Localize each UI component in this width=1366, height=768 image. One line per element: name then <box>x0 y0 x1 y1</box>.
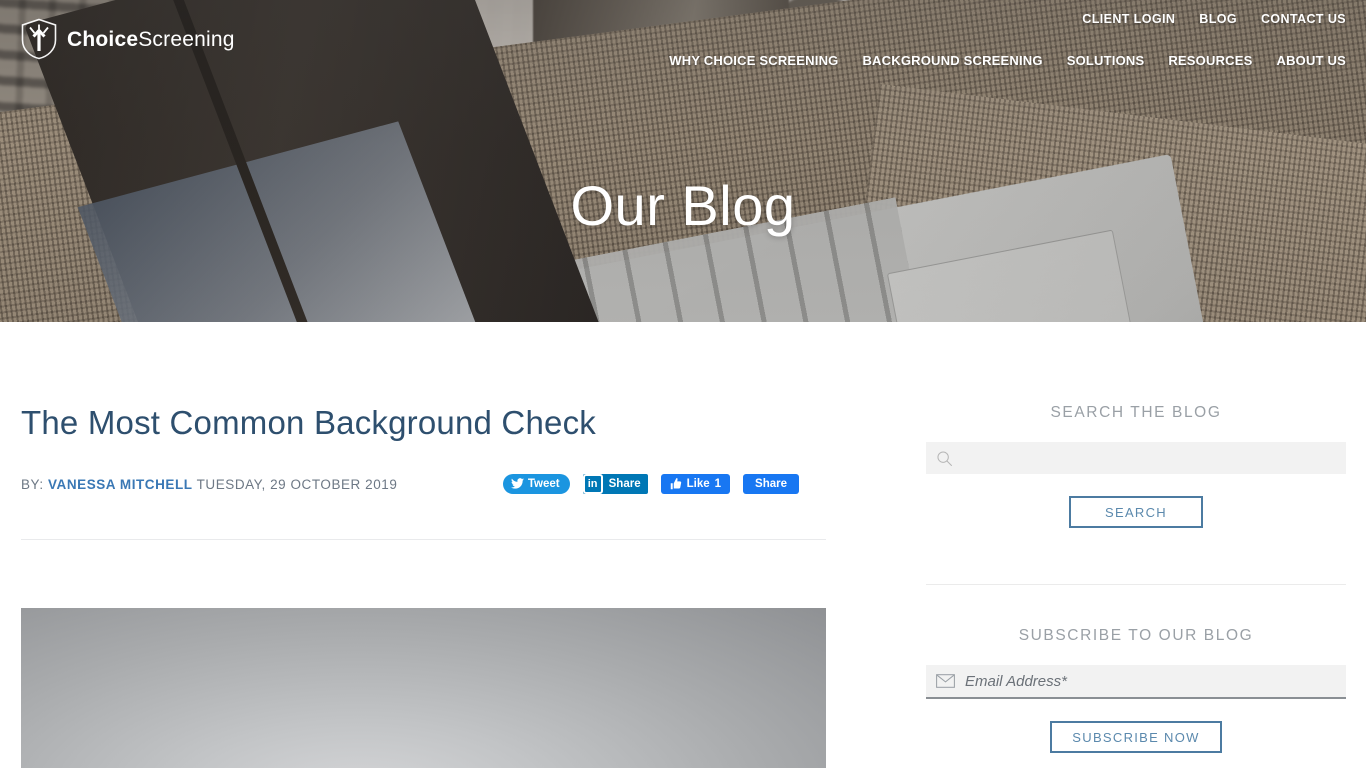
envelope-icon <box>936 674 955 688</box>
nav-why-choice-screening[interactable]: WHY CHOICE SCREENING <box>669 53 838 68</box>
linkedin-share-label: Share <box>608 477 641 490</box>
facebook-share-button[interactable]: Share <box>743 473 799 494</box>
twitter-tweet-label: Tweet <box>527 477 560 490</box>
thumbs-up-icon <box>670 478 682 490</box>
search-widget-title: SEARCH THE BLOG <box>1050 404 1222 421</box>
nav-background-screening[interactable]: BACKGROUND SCREENING <box>862 53 1042 68</box>
nav-about-us[interactable]: ABOUT US <box>1277 53 1347 68</box>
page-body: The Most Common Background Check BY: VAN… <box>0 322 1366 768</box>
subscribe-now-button[interactable]: SUBSCRIBE NOW <box>1050 721 1222 753</box>
sidebar-divider <box>926 584 1346 585</box>
social-share-buttons: Tweet in Share Like 1 Share <box>502 473 799 494</box>
utility-nav: CLIENT LOGIN BLOG CONTACT US <box>1082 12 1346 26</box>
subscribe-widget: SUBSCRIBE TO OUR BLOG SUBSCRIBE NOW <box>926 627 1346 753</box>
blog-sidebar: SEARCH THE BLOG SEARCH SUBSCRIBE TO OUR … <box>926 404 1346 753</box>
main-nav: WHY CHOICE SCREENING BACKGROUND SCREENIN… <box>669 53 1346 68</box>
email-input[interactable] <box>955 671 1336 691</box>
facebook-share-label: Share <box>755 477 787 490</box>
twitter-tweet-button[interactable]: Tweet <box>502 473 570 494</box>
facebook-like-button[interactable]: Like 1 <box>660 473 731 494</box>
facebook-like-label: Like <box>686 477 710 490</box>
nav-blog[interactable]: BLOG <box>1199 12 1237 26</box>
search-input[interactable] <box>953 449 1336 467</box>
search-field-wrapper[interactable] <box>926 442 1346 474</box>
logo-word-screening: Screening <box>138 27 235 51</box>
post-author-link[interactable]: VANESSA MITCHELL <box>48 477 193 492</box>
search-button-wrapper: SEARCH <box>926 496 1346 528</box>
post-featured-image <box>21 607 826 768</box>
post-divider <box>21 538 826 540</box>
hero-banner: ChoiceScreening CLIENT LOGIN BLOG CONTAC… <box>0 0 1366 322</box>
magnifier-icon <box>936 450 953 467</box>
email-field-wrapper[interactable] <box>926 665 1346 699</box>
linkedin-share-button[interactable]: in Share <box>582 473 648 494</box>
search-button[interactable]: SEARCH <box>1069 496 1203 528</box>
site-logo[interactable]: ChoiceScreening <box>20 18 235 60</box>
nav-contact-us[interactable]: CONTACT US <box>1261 12 1346 26</box>
nav-resources[interactable]: RESOURCES <box>1168 53 1252 68</box>
subscribe-button-wrapper: SUBSCRIBE NOW <box>926 721 1346 753</box>
byline: BY: VANESSA MITCHELL TUESDAY, 29 OCTOBER… <box>21 473 451 497</box>
post-date: TUESDAY, 29 OCTOBER 2019 <box>196 476 398 492</box>
twitter-bird-icon <box>510 478 524 490</box>
nav-solutions[interactable]: SOLUTIONS <box>1067 53 1145 68</box>
facebook-like-count: 1 <box>714 477 722 490</box>
linkedin-icon: in <box>582 473 603 494</box>
nav-client-login[interactable]: CLIENT LOGIN <box>1082 12 1175 26</box>
byline-prefix: BY: <box>21 476 44 492</box>
logo-word-choice: Choice <box>67 27 139 51</box>
logo-wordmark: ChoiceScreening <box>67 29 235 50</box>
shield-arrow-icon <box>20 18 58 60</box>
blog-post: The Most Common Background Check BY: VAN… <box>21 404 826 768</box>
site-header: ChoiceScreening CLIENT LOGIN BLOG CONTAC… <box>0 0 1366 90</box>
hero-title: Our Blog <box>570 174 796 237</box>
subscribe-widget-title: SUBSCRIBE TO OUR BLOG <box>1018 627 1254 644</box>
post-meta-row: BY: VANESSA MITCHELL TUESDAY, 29 OCTOBER… <box>21 473 826 521</box>
page-title: The Most Common Background Check <box>21 404 596 441</box>
